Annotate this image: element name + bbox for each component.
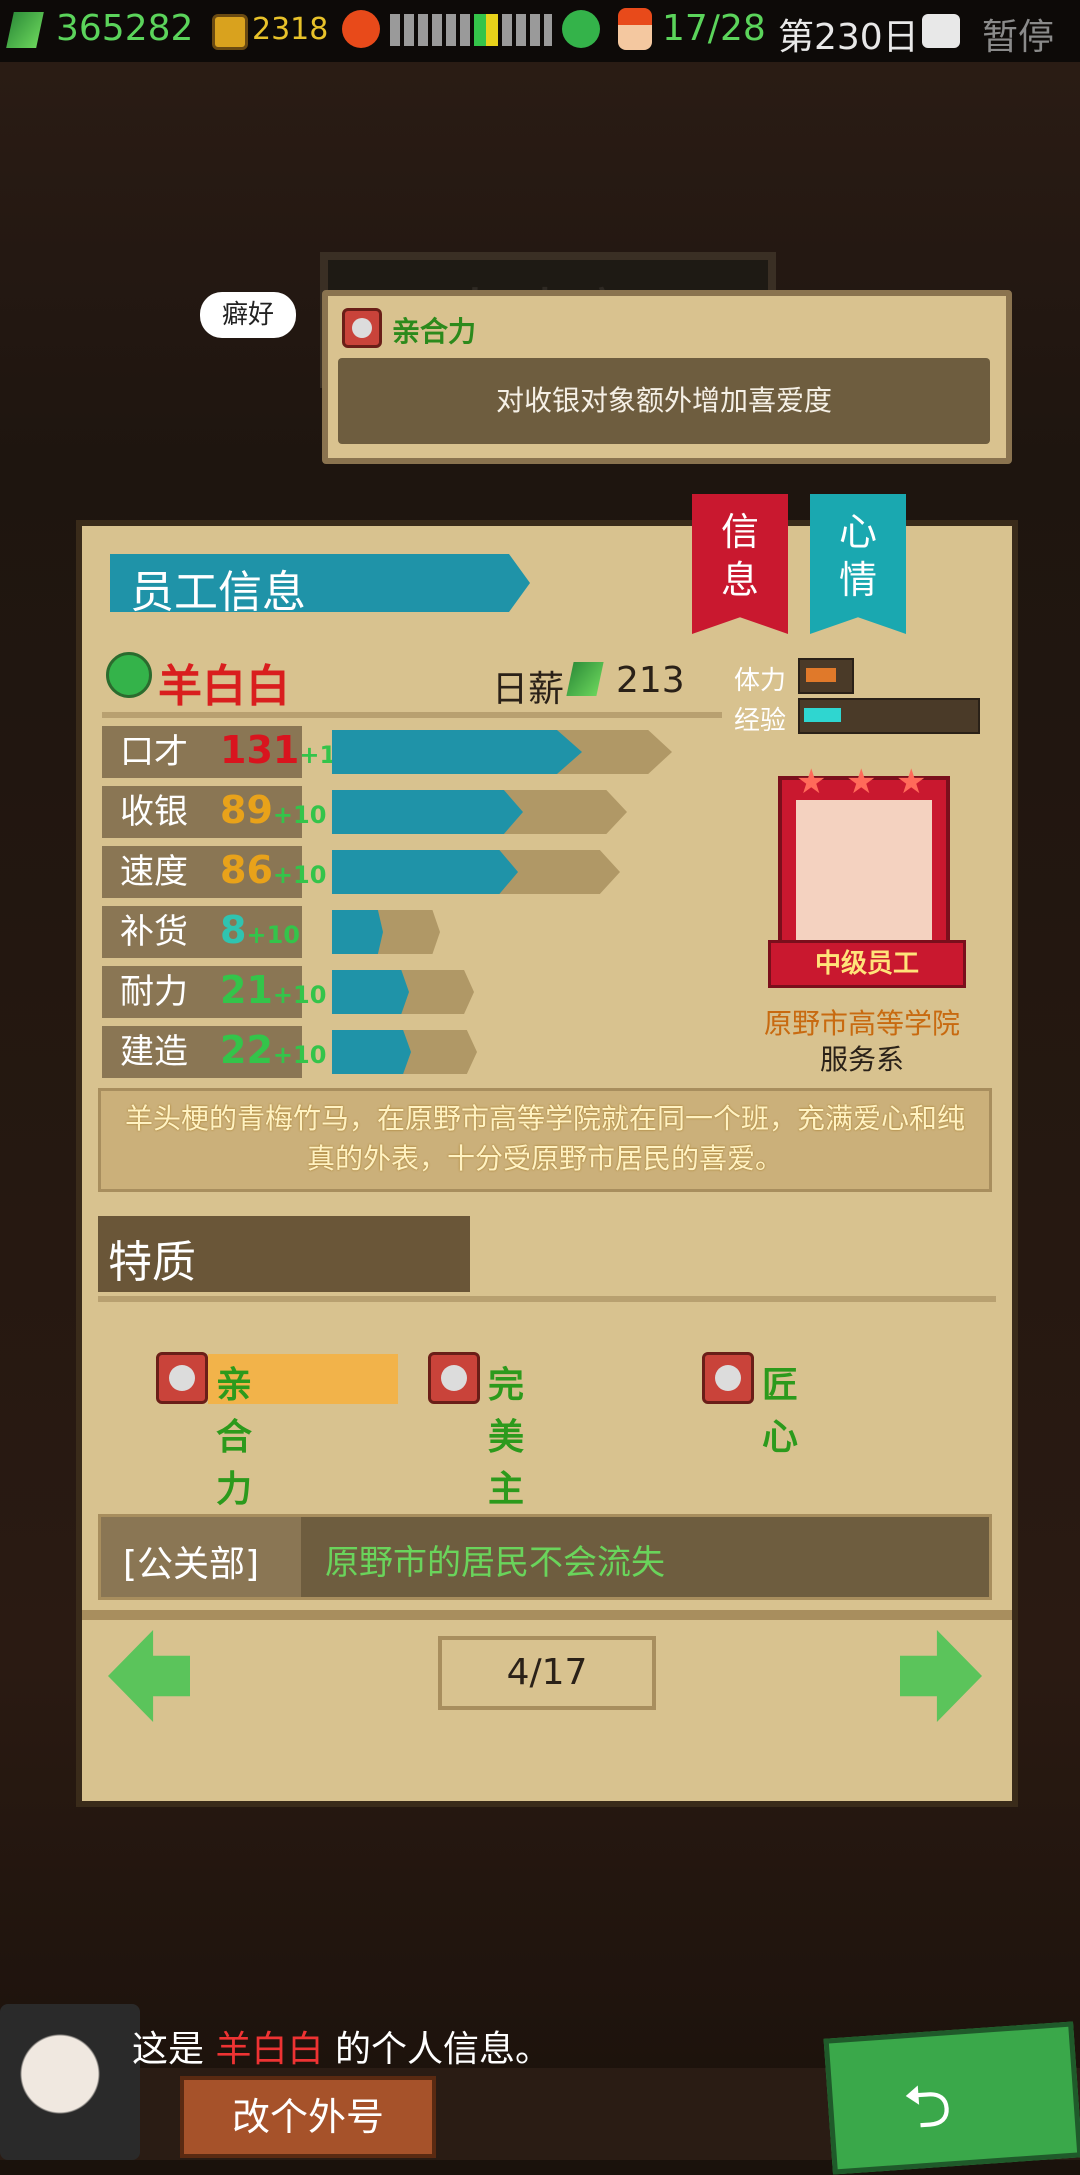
trait-icon <box>702 1352 754 1404</box>
department-effect: 原野市的居民不会流失 <box>325 1543 665 1583</box>
rename-button[interactable]: 改个外号 <box>180 2076 436 2158</box>
stat-bar <box>332 850 518 894</box>
stat-bonus: +10 <box>272 861 327 889</box>
star-icon: ★ <box>896 762 927 802</box>
coin-value: 2318 <box>252 12 329 47</box>
stat-bonus: +10 <box>272 1041 327 1069</box>
back-arrow-icon: ⮌ <box>901 2070 954 2144</box>
mood-meter <box>390 14 552 46</box>
department-bonus: [公关部] 原野市的居民不会流失 <box>98 1514 992 1600</box>
hobby-description: 对收银对象额外增加喜爱度 <box>495 384 832 417</box>
page-number: 4/17 <box>506 1652 588 1693</box>
stat-value: 8+10 <box>220 908 300 952</box>
stat-row: 口才 131+10 <box>102 726 712 778</box>
stat-value: 89+10 <box>220 788 327 832</box>
exp-label: 经验 <box>734 706 787 736</box>
stat-value: 22+10 <box>220 1028 327 1072</box>
mood-face-icon <box>106 652 152 698</box>
money-value: 365282 <box>56 8 194 49</box>
salary-label: 日薪 <box>492 669 565 710</box>
trait-icon <box>342 308 382 348</box>
salary-value: 213 <box>616 660 685 701</box>
employee-info-panel: 员工信息 信 息 心 情 羊白白 日薪 213 体力 经验 口才 131+10 收银… <box>76 494 1018 1807</box>
stat-row: 耐力 21+10 <box>102 966 712 1018</box>
tab-info[interactable]: 信 息 <box>692 494 788 634</box>
mood-meter-marker <box>474 14 498 46</box>
money-icon <box>6 12 44 48</box>
angry-face-icon <box>342 10 380 48</box>
stat-bar <box>332 1030 411 1074</box>
star-icon: ★ <box>796 762 827 802</box>
stat-value: 21+10 <box>220 968 327 1012</box>
exp-meter <box>798 698 980 734</box>
employee-description-box: 羊头梗的青梅竹马，在原野市高等学院就在同一个班，充满爱心和纯真的外表，十分受原野… <box>98 1088 992 1192</box>
pause-icon[interactable] <box>922 14 960 48</box>
stat-bar <box>332 910 383 954</box>
status-bar: 365282 2318 17/28 第230日 暂停 <box>0 0 1080 62</box>
stat-row: 速度 86+10 <box>102 846 712 898</box>
stat-bar <box>332 790 523 834</box>
prev-employee-button[interactable] <box>108 1630 190 1722</box>
staff-count: 17/28 <box>662 8 766 49</box>
stat-row: 补货 8+10 <box>102 906 712 958</box>
trait-icon <box>428 1352 480 1404</box>
coin-icon <box>212 14 248 50</box>
panel-title: 员工信息 <box>130 567 306 618</box>
stat-row: 收银 89+10 <box>102 786 712 838</box>
stat-value: 86+10 <box>220 848 327 892</box>
pause-label[interactable]: 暂停 <box>982 8 1054 60</box>
money-icon <box>566 662 604 696</box>
traits-title: 特质 <box>108 1237 196 1288</box>
employee-description: 羊头梗的青梅竹马，在原野市高等学院就在同一个班，充满爱心和纯真的外表，十分受原野… <box>124 1102 965 1175</box>
stat-bar <box>332 970 409 1014</box>
star-icon: ★ <box>846 762 877 802</box>
day-counter: 第230日 <box>778 17 919 58</box>
exp-fill <box>804 708 841 722</box>
employee-school: 原野市高等学院 <box>763 1007 960 1040</box>
happy-face-icon <box>562 10 600 48</box>
trait-name: 亲合力 <box>216 1365 253 1510</box>
narrator-avatar <box>0 2004 140 2160</box>
stamina-label: 体力 <box>734 666 787 696</box>
employee-name: 羊白白 <box>158 661 290 712</box>
stat-bonus: +10 <box>272 981 327 1009</box>
staff-icon <box>618 8 652 50</box>
back-button[interactable]: ⮌ <box>823 2021 1080 2175</box>
stat-bonus: +10 <box>272 801 327 829</box>
employee-portrait: ★ ★ ★ 中级员工 <box>768 762 966 988</box>
sheep-girl-avatar <box>796 800 932 950</box>
rank-badge: 中级员工 <box>768 940 966 988</box>
next-employee-button[interactable] <box>900 1630 982 1722</box>
stat-bonus: +10 <box>246 921 300 949</box>
department-label: [公关部] <box>123 1544 260 1585</box>
hobby-trait-name: 亲合力 <box>392 315 477 348</box>
stat-bar <box>332 730 582 774</box>
narrator-message: 这是 羊白白 的个人信息。 <box>132 2029 551 2070</box>
employee-major: 服务系 <box>819 1043 904 1076</box>
page-indicator: 4/17 <box>438 1636 656 1710</box>
hobby-tooltip: 亲合力 对收银对象额外增加喜爱度 <box>322 290 1012 464</box>
tab-mood[interactable]: 心 情 <box>810 494 906 634</box>
stamina-meter <box>798 658 854 694</box>
hobby-tag: 癖好 <box>200 292 296 338</box>
stat-row: 建造 22+10 <box>102 1026 712 1078</box>
trait-name: 匠心 <box>762 1365 799 1458</box>
trait-icon <box>156 1352 208 1404</box>
